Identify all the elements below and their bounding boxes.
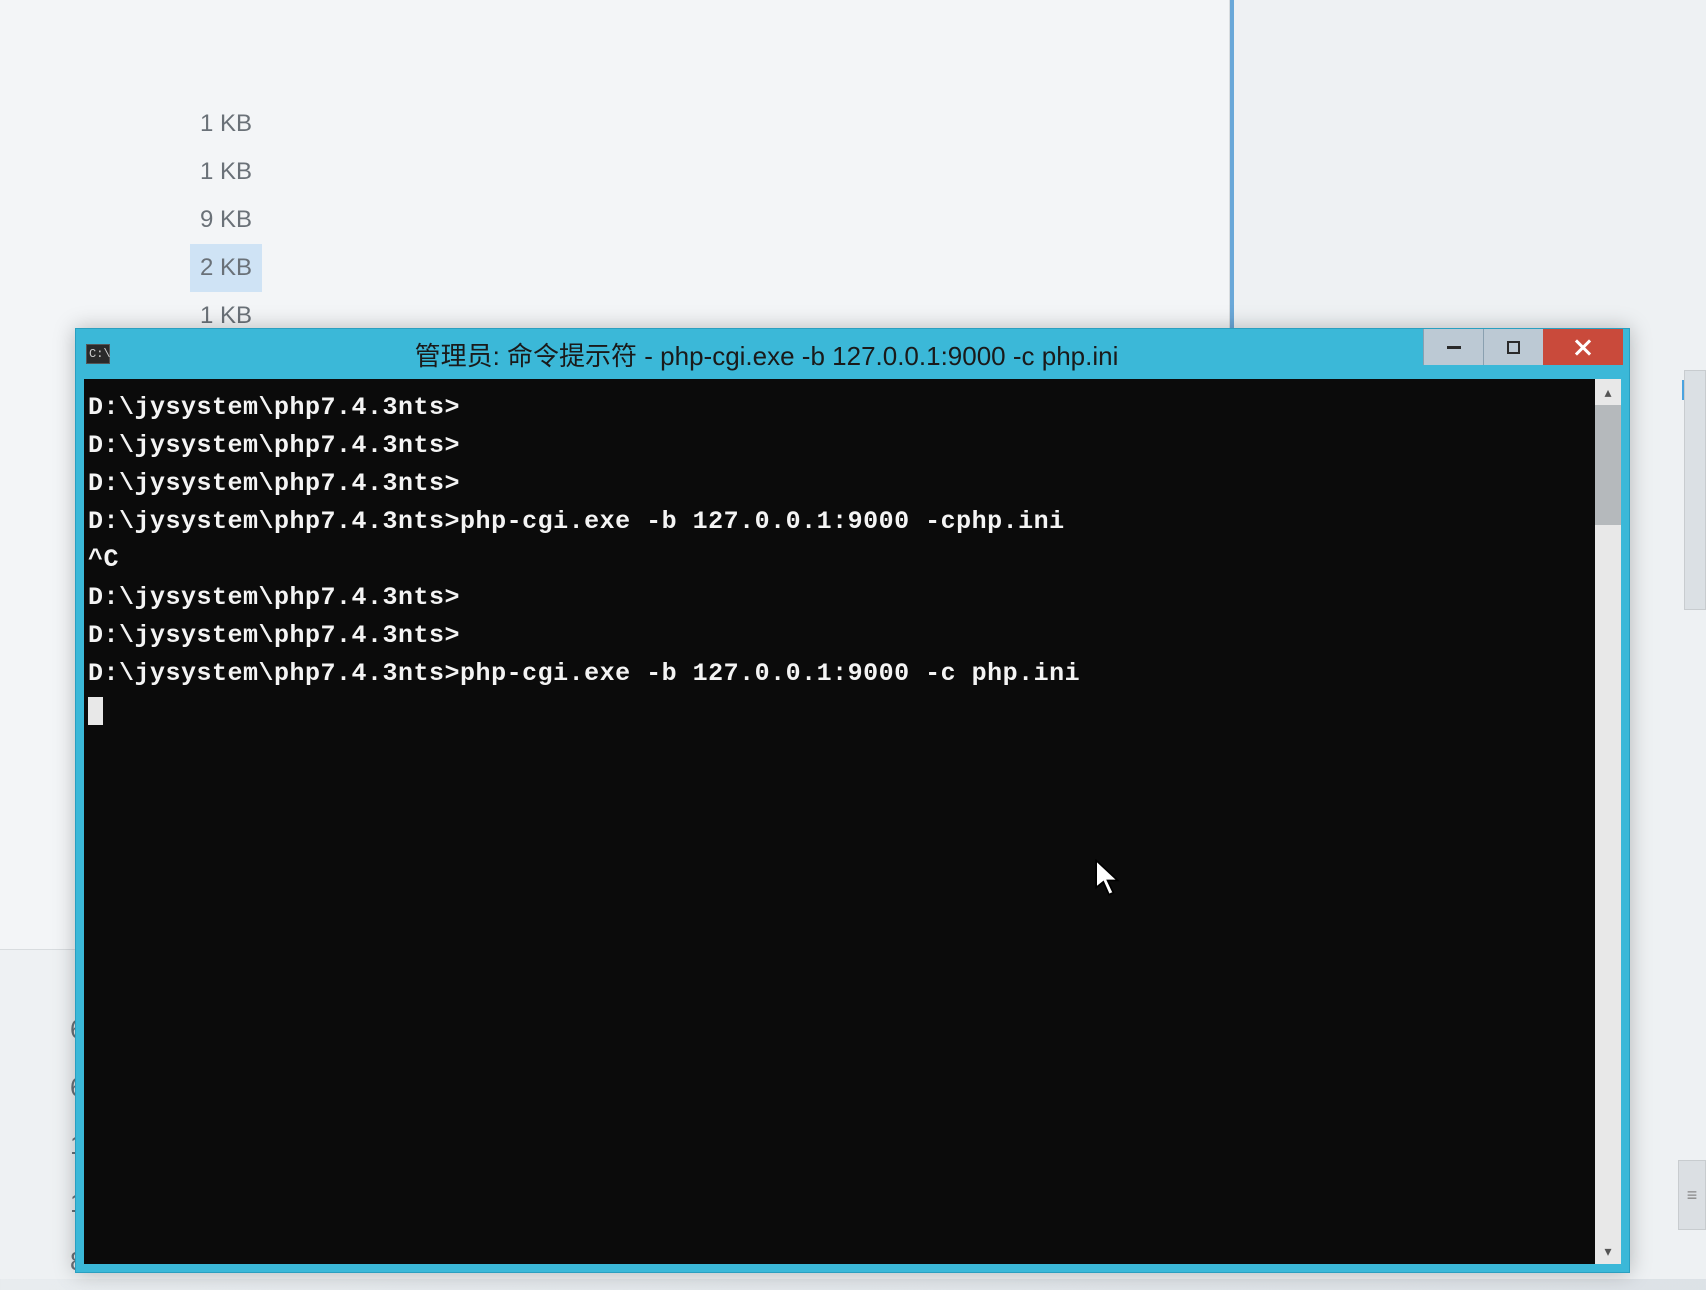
close-icon	[1574, 338, 1592, 356]
console-line: D:\jysystem\php7.4.3nts>	[88, 465, 1591, 503]
scroll-thumb[interactable]	[1595, 405, 1621, 525]
maximize-icon	[1507, 341, 1520, 354]
console-cursor-line	[88, 693, 1591, 731]
console-line: D:\jysystem\php7.4.3nts>php-cgi.exe -b 1…	[88, 503, 1591, 541]
console-line: D:\jysystem\php7.4.3nts>	[88, 389, 1591, 427]
file-size-cell-selected[interactable]: 2 KB	[190, 244, 262, 292]
console-line: D:\jysystem\php7.4.3nts>	[88, 427, 1591, 465]
scroll-up-icon[interactable]: ▴	[1595, 379, 1621, 405]
close-button[interactable]	[1543, 329, 1623, 365]
titlebar[interactable]: C:\ 管理员: 命令提示符 - php-cgi.exe -b 127.0.0.…	[76, 329, 1629, 379]
file-size-cell: 1 KB	[190, 148, 262, 196]
window-controls	[1423, 329, 1623, 379]
window-title: 管理员: 命令提示符 - php-cgi.exe -b 127.0.0.1:90…	[120, 336, 1413, 373]
file-size-column: 1 KB 1 KB 9 KB 2 KB 1 KB	[190, 100, 262, 340]
console-line: ^C	[88, 541, 1591, 579]
maximize-button[interactable]	[1483, 329, 1543, 365]
cmd-icon: C:\	[86, 344, 110, 364]
console-output[interactable]: D:\jysystem\php7.4.3nts>D:\jysystem\php7…	[84, 379, 1595, 1264]
console-line: D:\jysystem\php7.4.3nts>	[88, 617, 1591, 655]
file-size-cell: 9 KB	[190, 196, 262, 244]
minimize-button[interactable]	[1423, 329, 1483, 365]
file-size-cell: 1 KB	[190, 100, 262, 148]
right-scrollbar-partial[interactable]	[1684, 370, 1706, 610]
console-line: D:\jysystem\php7.4.3nts>	[88, 579, 1591, 617]
cmd-window[interactable]: C:\ 管理员: 命令提示符 - php-cgi.exe -b 127.0.0.…	[75, 328, 1630, 1273]
console-line: D:\jysystem\php7.4.3nts>php-cgi.exe -b 1…	[88, 655, 1591, 693]
console-frame: D:\jysystem\php7.4.3nts>D:\jysystem\php7…	[84, 379, 1621, 1264]
minimize-icon	[1447, 346, 1461, 349]
right-scroll-handle[interactable]: ≡	[1678, 1160, 1706, 1230]
text-cursor	[88, 697, 103, 725]
console-vertical-scrollbar[interactable]: ▴ ▾	[1595, 379, 1621, 1264]
scroll-down-icon[interactable]: ▾	[1595, 1238, 1621, 1264]
